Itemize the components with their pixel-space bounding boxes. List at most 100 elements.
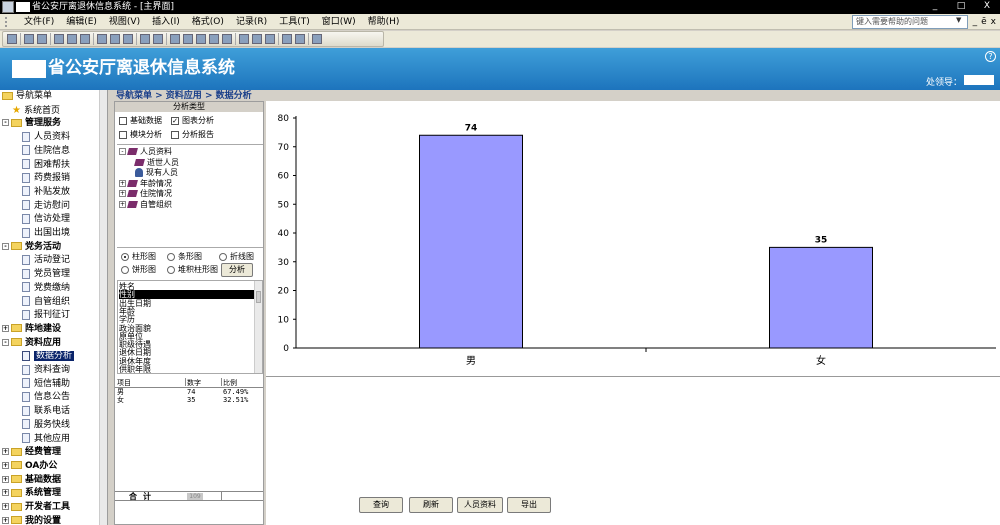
personnel-info-button[interactable]: 人员资料 [457,497,503,513]
mdi-restore-icon[interactable]: ē [981,15,987,29]
save-icon[interactable] [24,34,34,44]
collapse-icon[interactable]: - [119,148,126,155]
checkbox-box[interactable] [171,130,179,139]
checkbox-chart-analysis[interactable]: ✓ 图表分析 [171,116,214,126]
new-record-icon[interactable] [252,34,262,44]
help-search-input[interactable]: 键入需要帮助的问题 [852,15,968,29]
design-view-icon[interactable] [7,34,17,44]
new-object-icon[interactable] [295,34,305,44]
nav-item[interactable]: 短信辅助 [22,378,70,391]
checkbox-box[interactable] [119,116,127,125]
nav-item[interactable]: + 经费管理 [2,446,61,459]
filter-form-icon[interactable] [209,34,219,44]
checkbox-box-checked[interactable]: ✓ [171,116,179,125]
close-icon[interactable]: X [974,0,1000,13]
nav-item[interactable]: ★ 系统首页 [12,104,60,117]
nav-item[interactable]: 困难帮扶 [22,159,70,172]
nav-item[interactable]: 联系电话 [22,405,70,418]
nav-item[interactable]: 党费缴纳 [22,282,70,295]
expand-icon[interactable]: + [2,324,9,332]
nav-item[interactable]: + OA办公 [2,460,57,473]
radio-line-chart[interactable]: 折线图 [219,252,254,262]
nav-item[interactable]: 活动登记 [22,254,70,267]
dropdown-arrow-icon[interactable]: ▼ [956,16,961,24]
nav-item[interactable]: 报刊征订 [22,309,70,322]
checkbox-basic-data[interactable]: 基础数据 [119,116,162,126]
search-icon[interactable] [37,34,47,44]
expand-icon[interactable]: + [2,461,9,469]
field-list-item[interactable]: 供职年限 [119,365,254,373]
nav-item[interactable]: + 我的设置 [2,515,61,525]
nav-item[interactable]: - 管理服务 [2,117,61,130]
radio-stacked-bar-chart[interactable]: 堆积柱形图 [167,265,218,275]
menu-edit[interactable]: 编辑(E) [62,14,101,30]
database-window-icon[interactable] [282,34,292,44]
expand-icon[interactable]: + [2,516,9,524]
menu-insert[interactable]: 插入(I) [148,14,184,30]
nav-item[interactable]: 服务快线 [22,419,70,432]
radio-pie-chart[interactable]: 饼形图 [121,265,156,275]
menu-file[interactable]: 文件(F) [20,14,58,30]
tree-node[interactable]: + 住院情况 [119,189,172,199]
nav-item[interactable]: + 系统管理 [2,487,61,500]
minimize-icon[interactable]: _ [922,0,948,13]
radio-dot-selected[interactable] [121,252,129,261]
nav-item[interactable]: 党员管理 [22,268,70,281]
nav-item[interactable]: 数据分析 [22,350,75,363]
nav-item[interactable]: - 党务活动 [2,241,61,254]
analyze-button[interactable]: 分析 [221,263,253,277]
collapse-icon[interactable]: - [2,338,9,346]
menu-tools[interactable]: 工具(T) [275,14,314,30]
tree-node[interactable]: 现有人员 [135,168,178,178]
radio-dot[interactable] [121,265,129,274]
expand-icon[interactable]: + [2,503,9,510]
query-button[interactable]: 查询 [359,497,403,513]
menu-help[interactable]: 帮助(H) [364,14,404,30]
tree-node[interactable]: - 人员资料 [119,147,172,157]
find-icon[interactable] [239,34,249,44]
sort-ascending-icon[interactable] [170,34,180,44]
menu-records[interactable]: 记录(R) [232,14,271,30]
paste-icon[interactable] [123,34,133,44]
nav-item[interactable]: - 资料应用 [2,337,61,350]
cut-icon[interactable] [97,34,107,44]
nav-item[interactable]: 资料查询 [22,364,70,377]
expand-icon[interactable]: + [2,489,9,497]
undo-icon[interactable] [140,34,150,44]
expand-icon[interactable]: + [2,448,9,456]
collapse-icon[interactable]: - [2,242,9,250]
export-button[interactable]: 导出 [507,497,551,513]
nav-scrollbar[interactable] [99,90,107,525]
radio-horizontal-bar-chart[interactable]: 条形图 [167,252,202,262]
scrollbar-thumb[interactable] [256,291,261,303]
nav-item[interactable]: + 阵地建设 [2,323,61,336]
radio-bar-chart[interactable]: 柱形图 [121,252,156,262]
expand-icon[interactable]: + [119,179,126,187]
spelling-icon[interactable] [80,34,90,44]
expand-icon[interactable]: + [119,190,126,197]
checkbox-box[interactable] [119,130,127,139]
nav-item[interactable]: 人员资料 [22,131,70,144]
expand-icon[interactable]: + [119,200,126,208]
expand-icon[interactable]: + [2,475,9,483]
nav-item[interactable]: 导航菜单 [2,90,52,103]
print-icon[interactable] [54,34,64,44]
nav-item[interactable]: 药费报销 [22,172,70,185]
radio-dot[interactable] [167,252,175,261]
nav-item[interactable]: + 基础数据 [2,474,61,487]
delete-record-icon[interactable] [265,34,275,44]
print-preview-icon[interactable] [67,34,77,44]
nav-item[interactable]: + 开发者工具 [2,501,70,514]
field-list-scrollbar[interactable] [254,281,262,373]
tree-node[interactable]: + 自管组织 [119,200,172,210]
nav-item[interactable]: 走访慰问 [22,200,70,213]
nav-item[interactable]: 信息公告 [22,391,70,404]
menu-view[interactable]: 视图(V) [105,14,144,30]
mdi-minimize-icon[interactable]: _ [973,15,978,29]
hyperlink-icon[interactable] [153,34,163,44]
tree-node[interactable]: + 年龄情况 [119,179,172,189]
nav-item[interactable]: 补贴发放 [22,186,70,199]
maximize-icon[interactable]: □ [948,0,974,13]
checkbox-analysis-report[interactable]: 分析报告 [171,130,214,140]
collapse-icon[interactable]: - [2,119,9,127]
